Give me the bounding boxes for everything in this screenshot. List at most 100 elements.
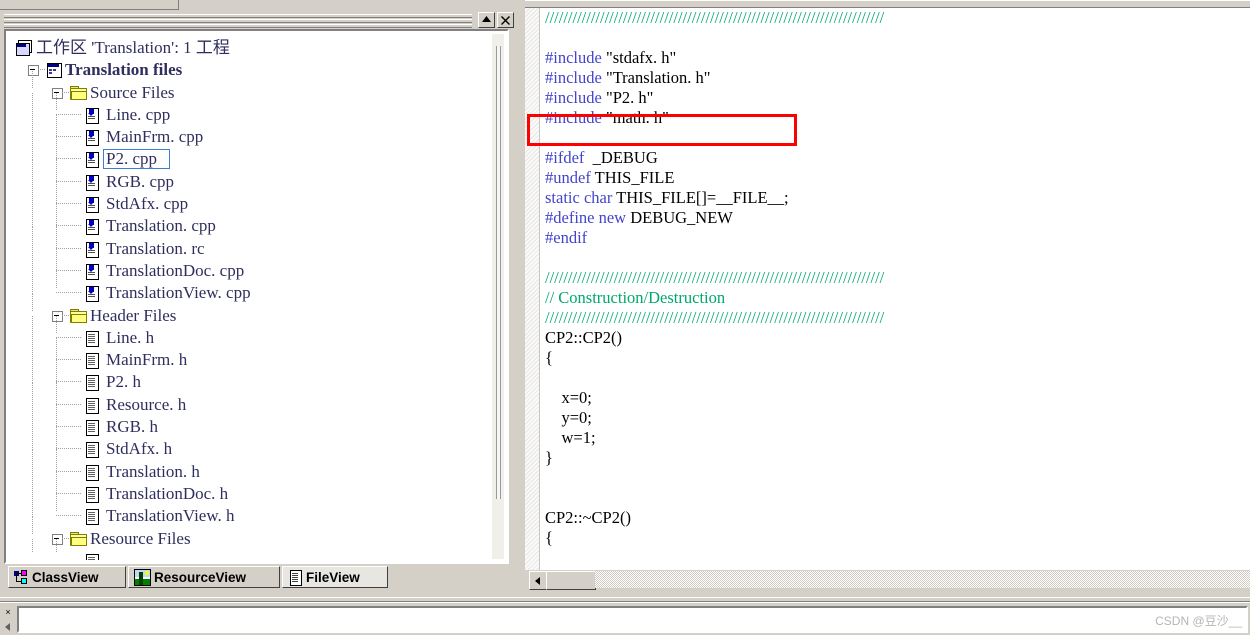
code-token: // Construction/Destruction <box>545 288 726 307</box>
tree-node-file[interactable]: Translation. rc <box>8 226 491 260</box>
code-token: w=1; <box>545 428 596 447</box>
file-label: Translation. cpp <box>106 216 216 236</box>
code-token: #ifdef <box>545 148 585 167</box>
code-text[interactable]: ////////////////////////////////////////… <box>545 8 1250 570</box>
code-token: #endif <box>545 228 588 247</box>
header-file-icon <box>84 464 100 481</box>
workspace-root-label: 工作区 'Translation': 1 工程 <box>36 38 230 57</box>
tree-node-file[interactable]: StdAfx. cpp <box>8 182 491 215</box>
group-label: Header Files <box>90 305 177 325</box>
tree-node-file[interactable]: MainFrm. cpp <box>8 115 491 148</box>
scroll-left-arrow-icon[interactable] <box>529 571 547 590</box>
tree-node-file[interactable]: Resource. h <box>8 382 491 416</box>
tree-node-file[interactable]: TranslationView. cpp <box>8 271 491 304</box>
header-file-icon <box>84 352 100 370</box>
code-line: y=0; <box>545 408 1250 428</box>
tree-node-file-selected[interactable]: P2. cpp <box>8 137 491 170</box>
workspace-dock-panel: 工作区 'Translation': 1 工程 Translation file… <box>0 0 522 597</box>
code-line: #undef THIS_FILE <box>545 168 1250 188</box>
code-token: "stdafx. h" <box>605 48 677 67</box>
code-line: ////////////////////////////////////////… <box>545 268 1250 288</box>
header-file-icon <box>84 330 100 347</box>
output-text-area[interactable] <box>17 606 1248 633</box>
output-close-icon[interactable]: × <box>2 607 14 619</box>
tree-node-file[interactable]: RGB. cpp <box>8 159 491 193</box>
tree-node-file[interactable]: Line. h <box>8 315 491 349</box>
drag-grip[interactable] <box>4 14 472 28</box>
file-tree-viewport[interactable]: 工作区 'Translation': 1 工程 Translation file… <box>8 33 505 560</box>
file-label: Line. cpp <box>106 104 171 124</box>
code-token: #include <box>545 48 602 67</box>
code-line: w=1; <box>545 428 1250 448</box>
editor-top-divider <box>525 0 1250 8</box>
tree-node-file[interactable]: Translation. h <box>8 449 491 483</box>
file-label: MainFrm. cpp <box>106 127 204 147</box>
code-token: #include <box>545 108 602 127</box>
hscrollbar-track[interactable] <box>595 571 1250 588</box>
code-token: ////////////////////////////////////////… <box>545 268 885 287</box>
file-label: StdAfx. cpp <box>106 194 189 214</box>
code-token: THIS_FILE <box>590 168 675 187</box>
code-token: ////////////////////////////////////////… <box>545 308 885 327</box>
editor-horizontal-scrollbar[interactable] <box>525 570 1250 590</box>
tab-fileview[interactable]: FileView <box>282 566 388 588</box>
code-token: THIS_FILE[]=__FILE__; <box>612 188 789 207</box>
dock-grip-divider <box>178 0 179 9</box>
tab-resourceview[interactable]: ResourceView <box>128 566 280 588</box>
tree-node-group-resource-files[interactable]: Resource Files <box>8 516 491 550</box>
tree-vertical-scrollbar[interactable] <box>492 34 504 559</box>
code-token: #include <box>545 68 602 87</box>
project-icon <box>46 62 62 79</box>
tree-node-file[interactable]: StdAfx. h <box>8 427 491 460</box>
tree-scrollbar-thumb[interactable] <box>496 46 501 499</box>
tree-node-workspace-root[interactable]: 工作区 'Translation': 1 工程 <box>8 37 491 59</box>
tab-label: FileView <box>306 569 360 585</box>
source-code-editor[interactable]: ////////////////////////////////////////… <box>525 8 1250 570</box>
tree-node-project[interactable]: Translation files <box>8 59 491 81</box>
tree-node-file[interactable]: MainFrm. h <box>8 338 491 371</box>
code-line: } <box>545 448 1250 468</box>
tree-node-file[interactable]: TranslationDoc. h <box>8 471 491 505</box>
header-file-icon <box>84 397 100 414</box>
tree-node-file[interactable]: RGB. h <box>8 405 491 438</box>
expander-header-files-icon[interactable] <box>52 310 63 322</box>
code-token: x=0; <box>545 388 592 407</box>
expander-source-files-icon[interactable] <box>52 87 63 99</box>
code-token: CP2::~CP2() <box>545 508 631 527</box>
tree-node-file[interactable]: Line. cpp <box>8 92 491 126</box>
tree-node-group-source-files[interactable]: Source Files <box>8 70 491 104</box>
folder-icon <box>70 85 87 101</box>
dock-top-strip <box>0 0 522 10</box>
code-token: "P2. h" <box>605 88 654 107</box>
output-pane: × <box>0 597 1250 635</box>
tab-classview[interactable]: ClassView <box>8 566 126 588</box>
tree-node-file-partial[interactable] <box>8 538 491 560</box>
code-token: #include <box>545 88 602 107</box>
tree-node-file[interactable]: TranslationView. h <box>8 494 491 527</box>
header-file-icon <box>84 441 100 459</box>
hscrollbar-thumb[interactable] <box>546 571 596 590</box>
file-label: Translation. h <box>106 461 200 481</box>
tree-node-file[interactable]: P2. h <box>8 360 491 393</box>
editor-gutter[interactable] <box>525 8 539 570</box>
output-collapse-arrow-icon[interactable] <box>2 621 14 631</box>
code-token: CP2::CP2() <box>545 328 623 347</box>
file-tree-frame: 工作区 'Translation': 1 工程 Translation file… <box>4 29 509 564</box>
group-label: Resource Files <box>90 528 191 548</box>
tree-node-file[interactable]: TranslationDoc. cpp <box>8 248 491 282</box>
tree-node-file[interactable]: Translation. cpp <box>8 204 491 237</box>
code-line: #include "stdafx. h" <box>545 48 1250 68</box>
expander-project-icon[interactable] <box>28 65 39 77</box>
tree-node-group-header-files[interactable]: Header Files <box>8 293 491 327</box>
code-line: { <box>545 528 1250 548</box>
minimize-icon[interactable] <box>478 12 495 28</box>
expander-resource-files-icon[interactable] <box>52 533 63 545</box>
header-file-icon <box>84 508 100 526</box>
file-label: Resource. h <box>106 394 187 414</box>
code-token: #define new <box>545 208 627 227</box>
cpp-file-icon <box>84 285 100 303</box>
code-token: DEBUG_NEW <box>626 208 733 227</box>
close-icon[interactable] <box>497 12 514 28</box>
